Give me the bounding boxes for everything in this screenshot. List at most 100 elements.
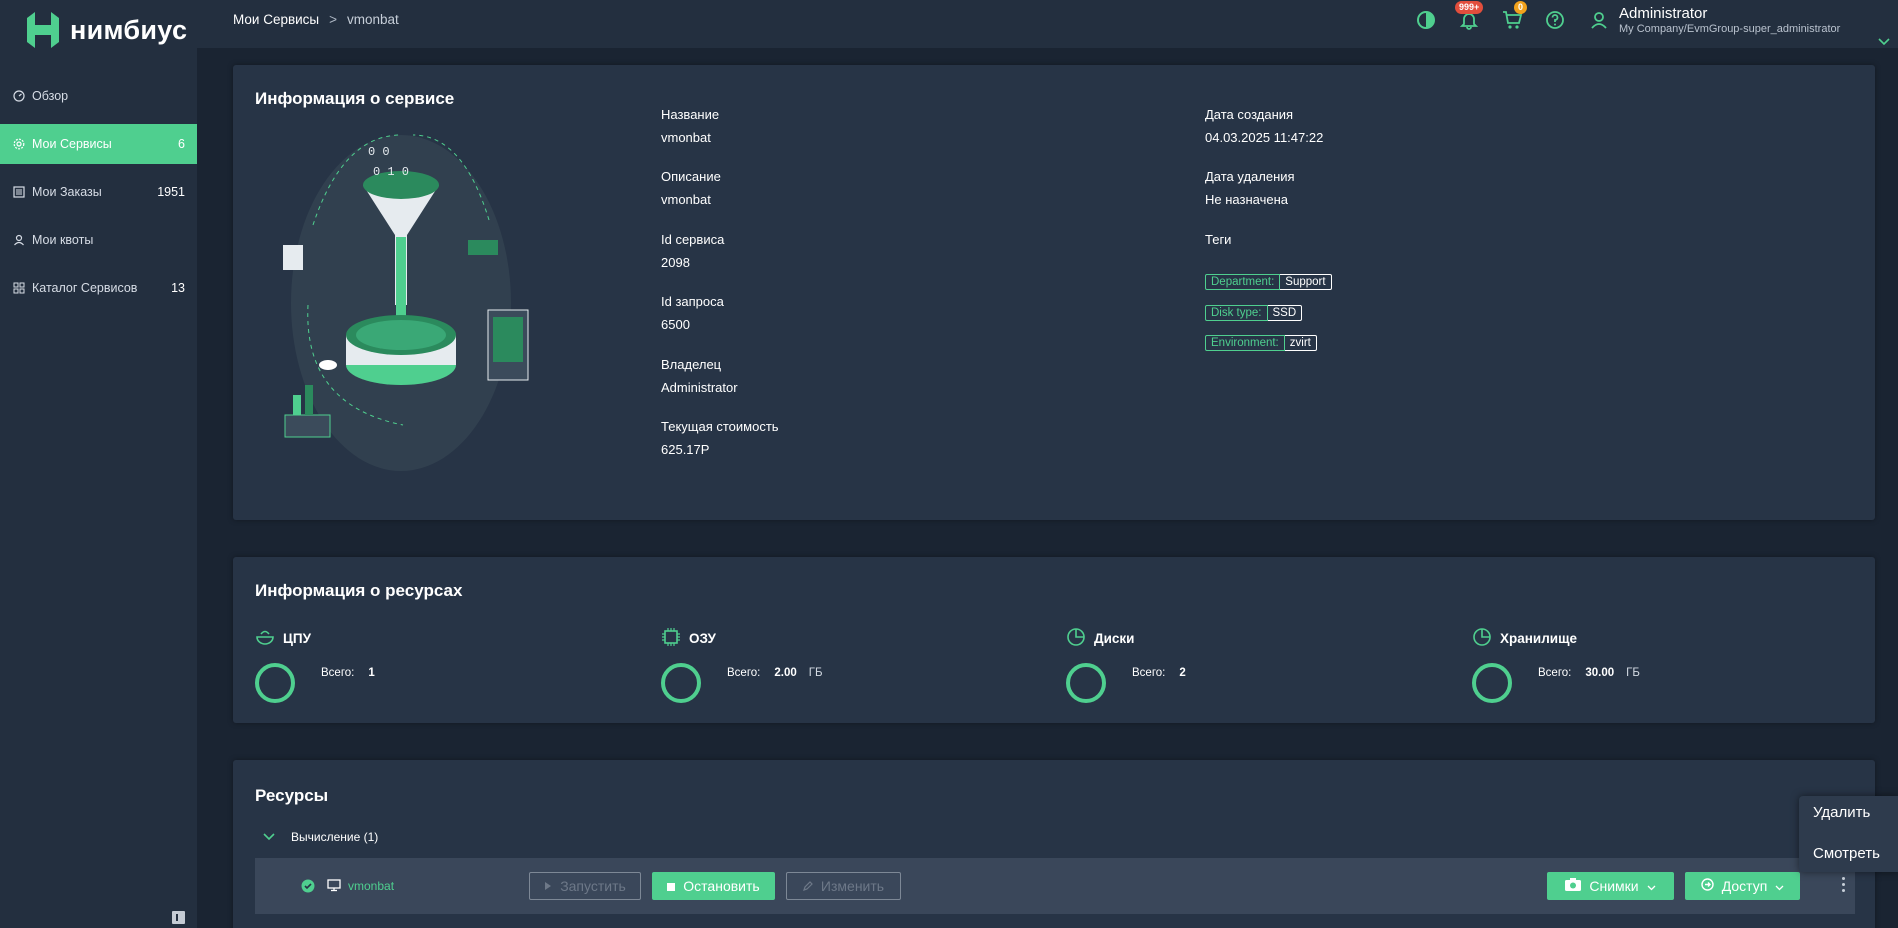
field-label: Текущая стоимость (661, 419, 779, 434)
resource-ring (661, 663, 701, 703)
chevron-down-icon[interactable] (263, 830, 275, 844)
cart-icon[interactable]: 0 (1502, 1, 1528, 32)
resource-storage: Хранилище Всего: 30.00 ГБ (1472, 627, 1640, 703)
resource-unit: ГБ (1626, 667, 1640, 679)
resource-total-label: Всего: (1538, 667, 1572, 679)
breadcrumb-separator: > (329, 12, 338, 27)
menu-item-delete[interactable]: Удалить (1813, 804, 1870, 821)
context-menu: Удалить Смотреть (1799, 796, 1898, 872)
resource-total-value: 1 (368, 667, 375, 679)
sidebar-item-count: 13 (171, 281, 185, 295)
tag-key: Environment: (1205, 335, 1285, 351)
data-funnel-illustration-icon: 0 1 0 0 0 (283, 134, 529, 471)
tag-value: SSD (1267, 305, 1303, 321)
gear-icon (12, 137, 26, 151)
chip-icon (661, 627, 681, 650)
sidebar-item-label: Каталог Сервисов (32, 281, 138, 295)
resource-info-title: Информация о ресурсах (255, 581, 463, 600)
resource-total-label: Всего: (727, 667, 761, 679)
resource-unit: ГБ (808, 667, 823, 679)
field-value: vmonbat (661, 130, 711, 145)
snapshots-button-label: Снимки (1589, 878, 1639, 894)
user-name: Administrator (1619, 5, 1708, 22)
field-label: Дата создания (1205, 107, 1294, 122)
edit-button-label: Изменить (820, 878, 885, 894)
resource-cpu: ЦПУ Всего: 1 (255, 627, 375, 703)
user-menu[interactable]: Administrator My Company/EvmGroup-super_… (1619, 5, 1840, 35)
user-icon (12, 233, 26, 247)
field-label: Описание (661, 169, 721, 184)
access-dropdown-button[interactable]: Доступ (1685, 872, 1800, 900)
sidebar-item-label: Мои Заказы (32, 185, 102, 199)
resource-name: ОЗУ (689, 631, 716, 646)
sidebar-item-count: 6 (178, 137, 185, 151)
grid-icon (12, 281, 26, 295)
brand-logo[interactable]: нимбиус (24, 12, 187, 48)
sidebar-item-overview[interactable]: Обзор (0, 76, 197, 116)
access-button-label: Доступ (1721, 878, 1768, 894)
resources-panel: Ресурсы Вычисление (1) vmonbat Запустить… (233, 760, 1875, 928)
resource-group-label: Вычисление (1) (291, 830, 379, 844)
start-button[interactable]: Запустить (529, 872, 641, 900)
sidebar-item-label: Мои квоты (32, 233, 94, 247)
notifications-badge: 999+ (1455, 1, 1484, 14)
tag-value: zvirt (1284, 335, 1317, 351)
more-options-icon[interactable] (1842, 877, 1846, 895)
field-owner: Владелец Administrator (661, 357, 738, 395)
svg-text:0 0: 0 0 (368, 145, 390, 159)
sidebar-nav: Обзор Мои Сервисы 6 Мои Заказы 1951 Мои … (0, 76, 197, 316)
breadcrumb-link-my-services[interactable]: Мои Сервисы (233, 12, 319, 27)
field-label: Дата удаления (1205, 169, 1295, 184)
field-label: Id сервиса (661, 232, 725, 247)
tag: Department: Support (1205, 274, 1332, 290)
tag: Disk type: SSD (1205, 305, 1303, 321)
resource-disks: Диски Всего: 2 (1066, 627, 1186, 703)
resource-name: Хранилище (1500, 631, 1577, 646)
user-org: My Company/EvmGroup-super_administrator (1619, 23, 1841, 35)
field-current-cost: Текущая стоимость 625.17Р (661, 419, 779, 457)
field-tags: Теги (1205, 232, 1231, 247)
resource-name: ЦПУ (283, 631, 311, 646)
notifications-icon[interactable]: 999+ (1455, 1, 1484, 32)
field-service-id: Id сервиса 2098 (661, 232, 724, 270)
monitor-icon (327, 878, 341, 897)
pencil-icon (802, 878, 813, 894)
chevron-down-icon[interactable] (1878, 32, 1890, 50)
menu-item-view[interactable]: Смотреть (1813, 845, 1880, 862)
sidebar-collapse-icon[interactable] (172, 911, 185, 924)
service-info-title: Информация о сервисе (255, 89, 455, 108)
cpu-bowl-icon (255, 627, 275, 650)
field-request-id: Id запроса 6500 (661, 294, 724, 332)
tag: Environment: zvirt (1205, 335, 1317, 351)
snapshots-dropdown-button[interactable]: Снимки (1547, 872, 1674, 900)
resource-total: Всего: 30.00 ГБ (1538, 667, 1640, 679)
resource-name: Диски (1094, 631, 1135, 646)
edit-button[interactable]: Изменить (786, 872, 901, 900)
field-value: vmonbat (661, 192, 711, 207)
nimbius-logo-icon (27, 12, 59, 48)
resource-total-label: Всего: (1132, 667, 1166, 679)
field-label: Название (661, 107, 720, 122)
service-info-panel: Информация о сервисе 0 1 0 0 0 Название … (233, 65, 1875, 520)
vm-name-link[interactable]: vmonbat (348, 879, 394, 893)
cart-badge: 0 (1514, 1, 1528, 14)
sidebar-item-my-orders[interactable]: Мои Заказы 1951 (0, 172, 197, 212)
stop-button[interactable]: Остановить (652, 872, 775, 900)
sidebar-item-service-catalog[interactable]: Каталог Сервисов 13 (0, 268, 197, 308)
sidebar-item-my-services[interactable]: Мои Сервисы 6 (0, 124, 197, 164)
user-avatar-icon[interactable] (1590, 11, 1612, 33)
breadcrumb-current: vmonbat (347, 12, 399, 27)
field-label: Id запроса (661, 294, 724, 309)
brand-name: нимбиус (70, 14, 188, 45)
sidebar-item-my-quotas[interactable]: Мои квоты (0, 220, 197, 260)
field-value: 625.17Р (661, 442, 710, 457)
resource-total-value: 30.00 (1585, 667, 1615, 679)
sidebar-item-count: 1951 (157, 185, 185, 199)
resource-group-compute[interactable]: Вычисление (1) (263, 830, 378, 844)
theme-toggle-icon[interactable] (1416, 10, 1438, 32)
chevron-down-icon (1775, 878, 1784, 894)
resource-ram: ОЗУ Всего: 2.00 ГБ (661, 627, 823, 703)
tag-key: Department: (1205, 274, 1281, 290)
help-icon[interactable] (1545, 10, 1567, 32)
field-label: Владелец (661, 357, 722, 372)
